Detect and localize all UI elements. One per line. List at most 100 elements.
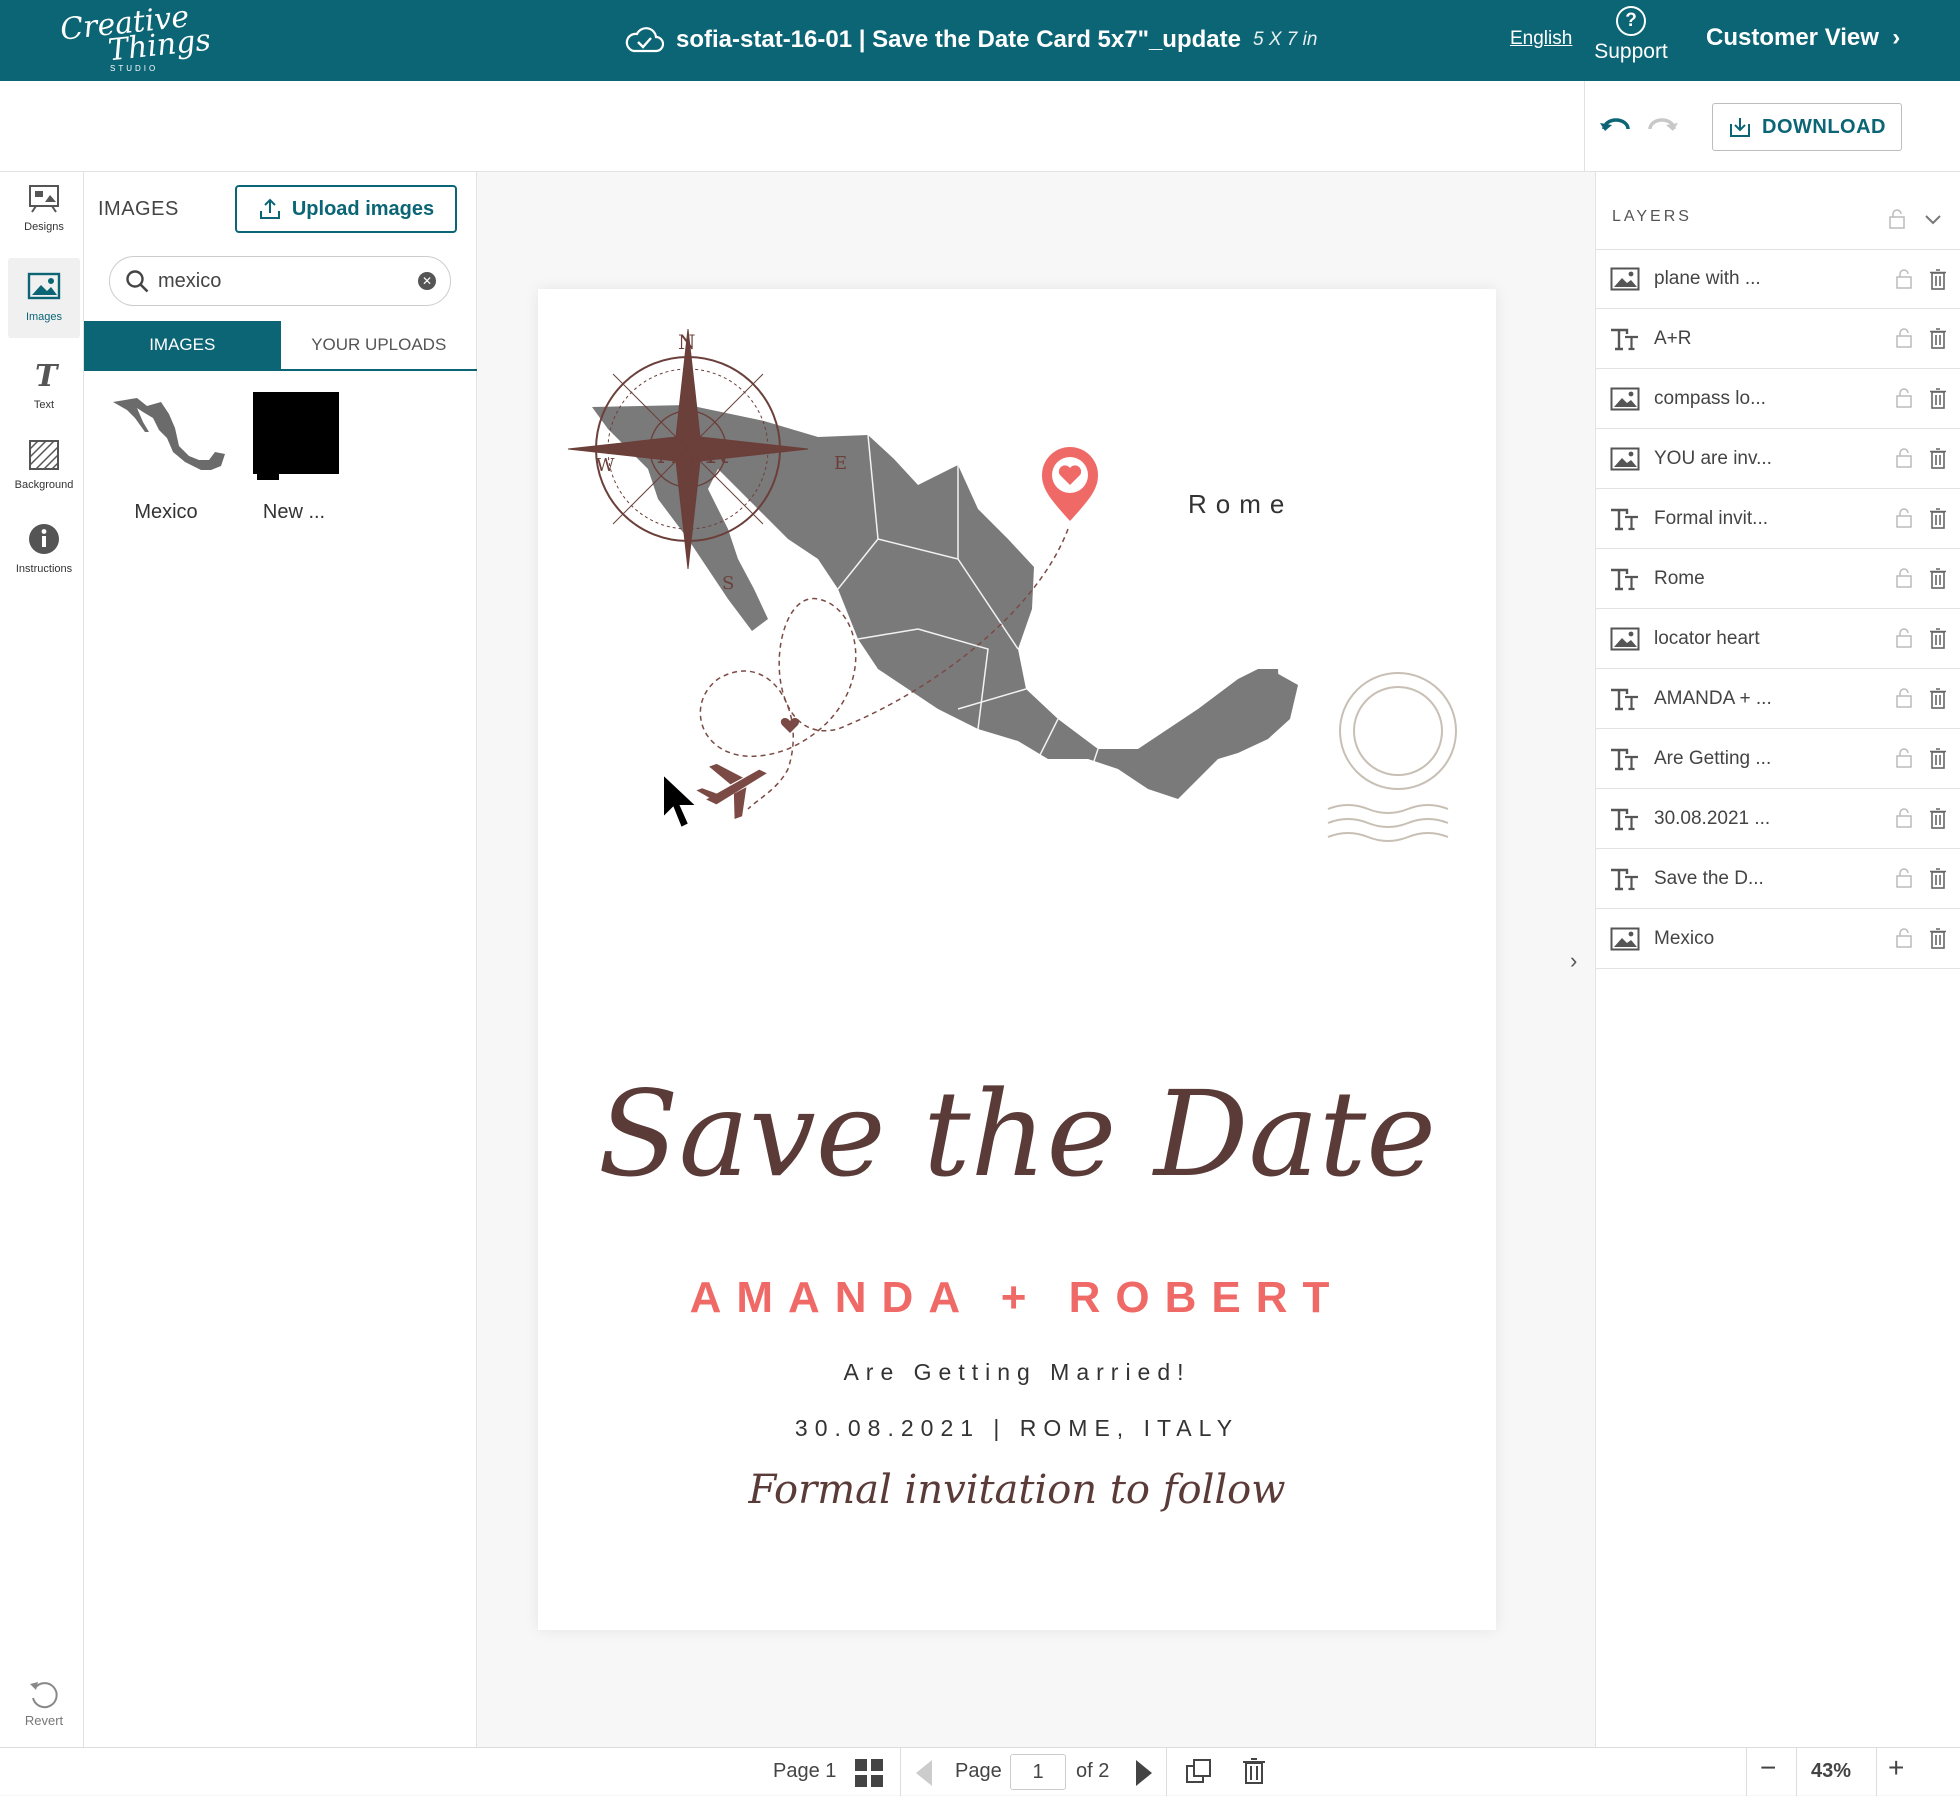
divider — [1796, 1748, 1797, 1796]
pin-label-rome[interactable]: Rome — [1188, 489, 1293, 520]
text-layer-icon — [1610, 746, 1640, 772]
download-label: DOWNLOAD — [1762, 115, 1886, 138]
you-are-invited-stamp-image[interactable] — [1327, 672, 1457, 842]
page-word: Page — [955, 1760, 1002, 1782]
redo-icon[interactable] — [1646, 115, 1680, 139]
previous-page-icon[interactable] — [914, 1758, 934, 1788]
layer-actions — [1895, 807, 1947, 834]
trash-icon[interactable] — [1929, 327, 1947, 354]
lock-icon[interactable] — [1895, 867, 1913, 894]
mouse-cursor-icon — [662, 771, 700, 830]
grid-view-icon[interactable] — [854, 1758, 884, 1788]
chevron-right-icon: › — [1885, 24, 1901, 51]
layer-row[interactable]: Formal invit... — [1596, 489, 1960, 549]
clear-search-icon[interactable]: ✕ — [418, 272, 436, 290]
trash-icon[interactable] — [1929, 927, 1947, 954]
date-location-text[interactable]: 30.08.2021 | ROME, ITALY — [538, 1415, 1496, 1442]
upload-images-button[interactable]: Upload images — [235, 185, 457, 233]
lock-icon[interactable] — [1895, 387, 1913, 414]
page-number-input[interactable]: 1 — [1010, 1754, 1066, 1790]
collapse-layers-icon[interactable]: › — [1570, 948, 1577, 974]
compass-initials-text[interactable]: A+R — [657, 436, 729, 471]
info-icon — [29, 524, 59, 554]
zoom-out-button[interactable]: − — [1760, 1752, 1776, 1784]
text-layer-icon — [1610, 506, 1640, 532]
lock-icon[interactable] — [1895, 268, 1913, 295]
undo-redo-group — [1584, 81, 1692, 172]
revert-button[interactable]: Revert — [14, 1678, 74, 1728]
trash-icon[interactable] — [1929, 807, 1947, 834]
lock-icon[interactable] — [1895, 927, 1913, 954]
layer-row[interactable]: Rome — [1596, 549, 1960, 609]
rail-images[interactable]: Images — [8, 258, 80, 338]
rail-background[interactable]: Background — [8, 438, 80, 491]
layer-row[interactable]: Mexico — [1596, 909, 1960, 969]
lock-icon[interactable] — [1895, 807, 1913, 834]
trash-icon[interactable] — [1929, 387, 1947, 414]
logo[interactable]: Creative Things STUDIO — [52, 0, 213, 76]
image-layer-icon — [1610, 386, 1640, 412]
tab-your-uploads[interactable]: YOUR UPLOADS — [281, 321, 478, 369]
getting-married-text[interactable]: Are Getting Married! — [538, 1359, 1496, 1386]
image-search-box: ✕ — [109, 256, 451, 306]
unlock-all-icon[interactable] — [1888, 208, 1906, 230]
trash-icon[interactable] — [1929, 627, 1947, 654]
undo-icon[interactable] — [1598, 115, 1632, 139]
trash-icon[interactable] — [1929, 867, 1947, 894]
language-link[interactable]: English — [1510, 28, 1572, 50]
trash-icon[interactable] — [1929, 507, 1947, 534]
design-card[interactable]: N S E W A+R Rome Save the Date AMANDA + … — [538, 289, 1496, 1630]
layer-row[interactable]: A+R — [1596, 309, 1960, 369]
layer-row[interactable]: AMANDA + ... — [1596, 669, 1960, 729]
support-button[interactable]: ? Support — [1590, 6, 1672, 64]
save-the-date-script[interactable]: Save the Date — [538, 1065, 1496, 1203]
layer-row[interactable]: compass lo... — [1596, 369, 1960, 429]
next-page-icon[interactable] — [1134, 1758, 1154, 1788]
duplicate-page-icon[interactable] — [1185, 1758, 1213, 1786]
lock-icon[interactable] — [1895, 567, 1913, 594]
help-icon: ? — [1616, 6, 1646, 36]
trash-icon[interactable] — [1929, 747, 1947, 774]
compass-east: E — [834, 453, 847, 474]
lock-icon[interactable] — [1895, 627, 1913, 654]
zoom-in-button[interactable]: + — [1888, 1752, 1904, 1784]
image-search-input[interactable] — [158, 269, 398, 293]
tab-images[interactable]: IMAGES — [84, 321, 281, 369]
rail-designs[interactable]: Designs — [8, 180, 80, 233]
customer-view-button[interactable]: Customer View › — [1706, 24, 1900, 52]
image-result-mexico[interactable]: Mexico — [104, 386, 228, 524]
layer-row[interactable]: locator heart — [1596, 609, 1960, 669]
image-result-label: Mexico — [134, 501, 198, 523]
layer-row[interactable]: plane with ... — [1596, 249, 1960, 309]
zoom-level: 43% — [1811, 1760, 1852, 1782]
couple-names[interactable]: AMANDA + ROBERT — [538, 1273, 1496, 1323]
lock-icon[interactable] — [1895, 447, 1913, 474]
image-result-new[interactable]: New ... — [232, 386, 356, 524]
trash-icon[interactable] — [1929, 567, 1947, 594]
svg-text:T: T — [35, 359, 60, 392]
formal-invitation-script[interactable]: Formal invitation to follow — [538, 1467, 1496, 1513]
layer-row[interactable]: 30.08.2021 ... — [1596, 789, 1960, 849]
download-icon — [1730, 118, 1750, 137]
rail-text[interactable]: T Text — [8, 358, 80, 411]
trash-icon[interactable] — [1929, 268, 1947, 295]
trash-icon[interactable] — [1929, 447, 1947, 474]
rail-instructions[interactable]: Instructions — [8, 522, 80, 575]
lock-icon[interactable] — [1895, 747, 1913, 774]
layer-row[interactable]: YOU are inv... — [1596, 429, 1960, 489]
layers-title: LAYERS — [1612, 208, 1692, 225]
customer-view-label: Customer View — [1706, 24, 1879, 51]
rail-background-label: Background — [14, 479, 74, 491]
delete-page-icon[interactable] — [1242, 1756, 1266, 1786]
lock-icon[interactable] — [1895, 687, 1913, 714]
chevron-down-icon[interactable] — [1924, 208, 1942, 230]
lock-icon[interactable] — [1895, 507, 1913, 534]
layer-name: Formal invit... — [1654, 507, 1769, 529]
lock-icon[interactable] — [1895, 327, 1913, 354]
rail-instructions-label: Instructions — [15, 563, 73, 575]
layer-row[interactable]: Are Getting ... — [1596, 729, 1960, 789]
layer-row[interactable]: Save the D... — [1596, 849, 1960, 909]
trash-icon[interactable] — [1929, 687, 1947, 714]
download-button[interactable]: DOWNLOAD — [1712, 103, 1902, 151]
locator-heart-image[interactable] — [1042, 447, 1098, 521]
